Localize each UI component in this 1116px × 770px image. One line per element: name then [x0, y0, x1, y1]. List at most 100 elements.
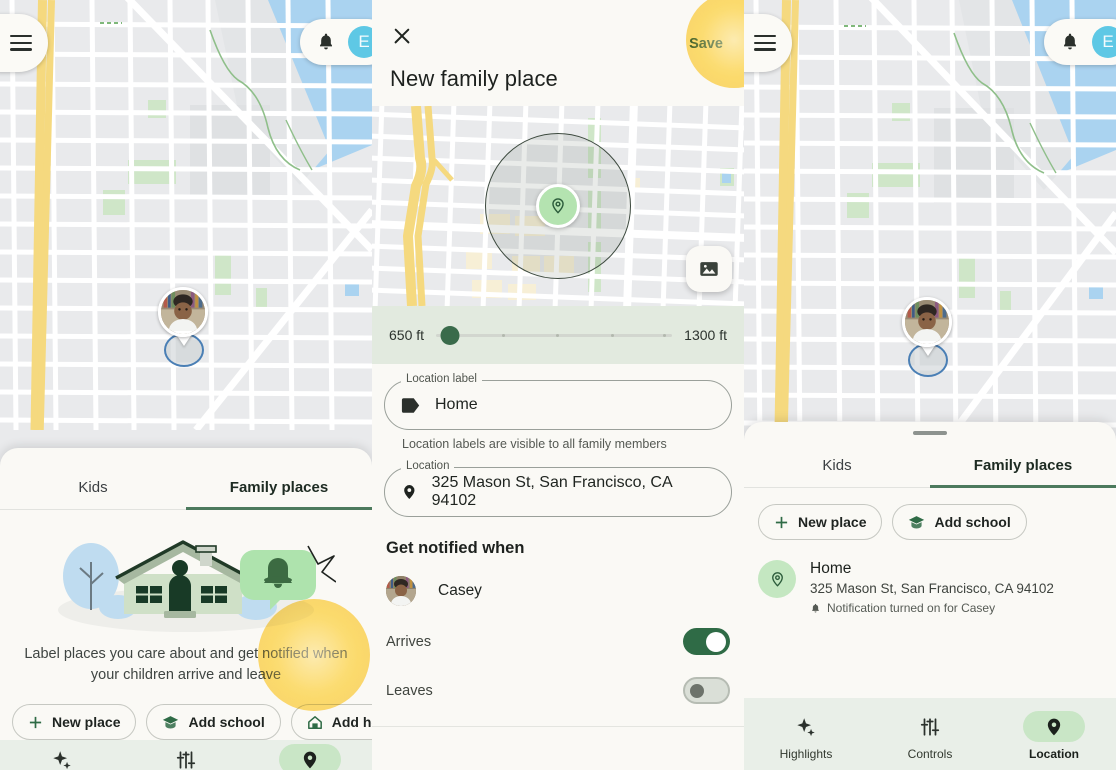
- place-name: Home: [810, 560, 852, 577]
- place-list-item[interactable]: Home 325 Mason St, San Francisco, CA 941…: [744, 540, 1116, 615]
- location-label-value: Home: [435, 396, 478, 413]
- tab-family-places[interactable]: Family places: [930, 443, 1116, 488]
- add-school-button[interactable]: Add school: [146, 704, 281, 741]
- location-pin-icon: [404, 485, 415, 499]
- graduation-cap-icon: [163, 715, 179, 728]
- family-places-sheet-right: Kids Family places New place Add school: [744, 422, 1116, 770]
- nav-label-highlights: Highlights: [779, 747, 833, 761]
- nav-item-location[interactable]: Location: [248, 744, 372, 770]
- place-notification-note: Notification turned on for Casey: [810, 601, 1054, 615]
- arrives-toggle[interactable]: [683, 628, 730, 655]
- slider-tick: [610, 333, 614, 337]
- child-location-pin[interactable]: [902, 297, 954, 377]
- plus-icon: [775, 516, 788, 528]
- bell-icon: [812, 603, 819, 613]
- new-place-label: New place: [52, 714, 121, 731]
- location-label-caption: Location label: [401, 373, 482, 385]
- bottom-nav-right: Highlights Controls Location: [744, 698, 1116, 770]
- page-title: New family place: [390, 66, 558, 91]
- nav-item-location[interactable]: Location: [992, 711, 1116, 761]
- add-home-label: Add home: [331, 714, 372, 731]
- avatar[interactable]: E: [1092, 26, 1116, 58]
- save-label: Save: [689, 36, 723, 52]
- notification-bell-icon[interactable]: [1060, 31, 1080, 53]
- new-place-label: New place: [798, 514, 867, 530]
- slider-tick: [662, 333, 666, 337]
- place-address: 325 Mason St, San Francisco, CA 94102: [810, 581, 1054, 596]
- hamburger-menu-icon: [10, 35, 32, 51]
- tab-kids[interactable]: Kids: [744, 443, 930, 487]
- nav-label-controls: Controls: [907, 747, 953, 761]
- child-avatar-photo: [902, 297, 952, 347]
- top-right-pill-left: E: [300, 19, 372, 65]
- new-place-button[interactable]: New place: [12, 704, 137, 741]
- nav-item-highlights[interactable]: Highlights: [0, 744, 124, 770]
- graduation-cap-icon: [909, 515, 925, 528]
- map-image-button[interactable]: [686, 246, 732, 292]
- nav-item-highlights[interactable]: Highlights: [744, 711, 868, 761]
- arrives-toggle-row: Arrives: [372, 606, 744, 655]
- radius-min-label: 650 ft: [389, 327, 425, 343]
- location-pin-icon: [303, 751, 317, 768]
- child-location-pin[interactable]: [158, 287, 210, 367]
- location-pin-outline-icon: [552, 198, 564, 214]
- app-screenshot: E Kids Family places Label places you ca…: [0, 0, 1116, 770]
- arrives-label: Arrives: [386, 633, 432, 650]
- family-places-sheet-left: Kids Family places Label places you care…: [0, 448, 372, 770]
- notify-person-row: Casey: [372, 558, 744, 606]
- radius-max-label: 1300 ft: [684, 327, 727, 343]
- add-school-button[interactable]: Add school: [892, 504, 1027, 540]
- plus-icon: [29, 716, 42, 728]
- location-label-field[interactable]: Location label Home: [384, 373, 732, 430]
- radius-slider-row: 650 ft 1300 ft: [372, 306, 744, 364]
- new-place-button[interactable]: New place: [758, 504, 883, 540]
- tab-family-places[interactable]: Family places: [186, 465, 372, 510]
- sheet-drag-handle[interactable]: [913, 431, 947, 435]
- top-right-pill-right: E: [1044, 19, 1116, 65]
- close-icon[interactable]: [390, 24, 414, 48]
- sliders-icon: [176, 750, 196, 769]
- place-form: Location label Home Location labels are …: [372, 364, 744, 517]
- add-home-button[interactable]: Add home: [290, 704, 372, 741]
- nav-label-location: Location: [1029, 747, 1079, 761]
- tag-label-icon: [401, 397, 420, 413]
- nav-item-controls[interactable]: Controls: [868, 711, 992, 761]
- section-divider: [372, 726, 744, 727]
- geofence-map[interactable]: [372, 106, 744, 306]
- place-note-text: Notification turned on for Casey: [827, 601, 996, 615]
- hamburger-menu-icon: [754, 35, 776, 51]
- person-name: Casey: [438, 582, 482, 599]
- nav-item-controls[interactable]: Controls: [124, 744, 248, 770]
- empty-state-illustration: [0, 510, 372, 636]
- right-panel: E Kids Family places New place Add schoo…: [744, 0, 1116, 770]
- home-icon: [307, 715, 322, 729]
- leaves-toggle[interactable]: [683, 677, 730, 704]
- slider-tick: [502, 333, 506, 337]
- location-label-helper-text: Location labels are visible to all famil…: [402, 437, 667, 451]
- location-field[interactable]: Location 325 Mason St, San Francisco, CA…: [384, 460, 732, 517]
- center-panel-new-family-place: New family place 650 ft 1300 ft Location…: [372, 0, 744, 770]
- leaves-toggle-row: Leaves: [372, 655, 744, 704]
- add-school-label: Add school: [188, 714, 265, 731]
- avatar[interactable]: E: [348, 26, 372, 58]
- slider-knob[interactable]: [440, 325, 460, 345]
- add-school-label: Add school: [934, 514, 1011, 530]
- location-value: 325 Mason St, San Francisco, CA 94102: [431, 474, 672, 509]
- notification-bell-icon[interactable]: [316, 31, 336, 53]
- radius-slider-track[interactable]: [436, 324, 673, 346]
- place-action-chips-left: New place Add school Add home: [0, 686, 372, 741]
- location-pin-outline-icon: [771, 571, 783, 587]
- tab-kids[interactable]: Kids: [0, 465, 186, 509]
- place-text-block: Home 325 Mason St, San Francisco, CA 941…: [810, 560, 1054, 615]
- person-avatar: [386, 576, 416, 606]
- slider-line: [436, 333, 673, 337]
- place-icon-badge: [758, 560, 796, 598]
- image-photo-icon: [700, 262, 718, 276]
- place-action-chips-right: New place Add school: [744, 488, 1116, 540]
- sheet-tabs-left: Kids Family places: [0, 465, 372, 510]
- sliders-icon: [920, 717, 940, 736]
- empty-state-text: Label places you care about and get noti…: [24, 646, 348, 684]
- toggle-thumb: [706, 631, 726, 652]
- save-button[interactable]: Save: [660, 24, 744, 64]
- place-pin-marker[interactable]: [536, 184, 580, 228]
